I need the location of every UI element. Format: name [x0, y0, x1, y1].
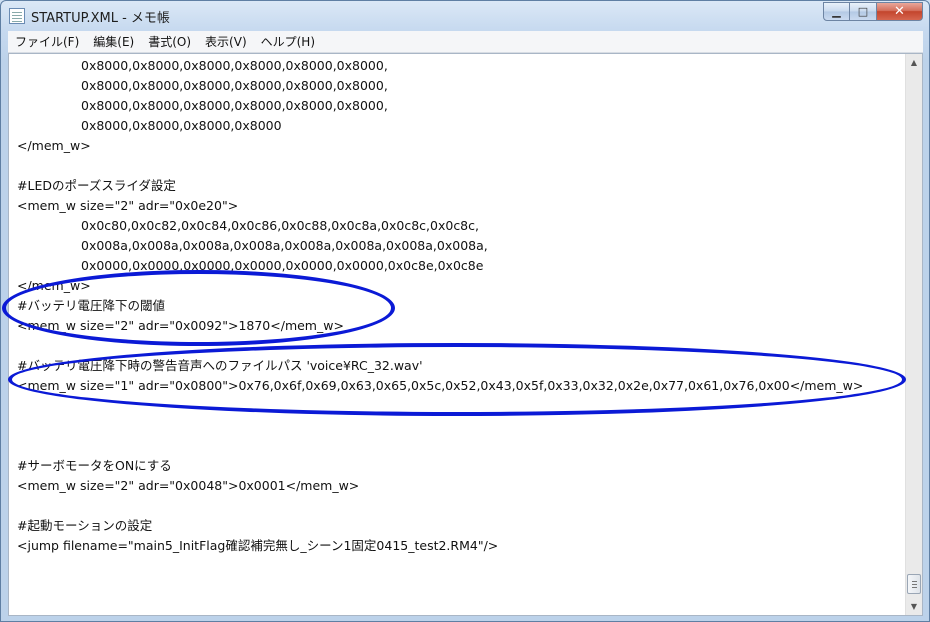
text-line: </mem_w>	[17, 138, 91, 153]
maximize-button[interactable]: □	[850, 2, 877, 21]
text-line	[17, 416, 906, 436]
title-bar[interactable]: STARTUP.XML - メモ帳 ▁ □ ✕	[1, 1, 929, 31]
text-line: <jump filename="main5_InitFlag確認補完無し_シーン…	[17, 538, 499, 553]
text-line	[17, 156, 906, 176]
scroll-up-button[interactable]: ▲	[906, 54, 922, 71]
text-line: <mem_w size="2" adr="0x0048">0x0001</mem…	[17, 478, 360, 493]
close-button[interactable]: ✕	[877, 2, 923, 21]
menu-format[interactable]: 書式(O)	[141, 32, 198, 52]
text-line	[17, 396, 906, 416]
text-editor[interactable]: 0x8000,0x8000,0x8000,0x8000,0x8000,0x800…	[8, 53, 923, 616]
vertical-scrollbar[interactable]: ▲ ▼	[905, 54, 922, 615]
chevron-up-icon: ▲	[910, 58, 918, 67]
text-line: #起動モーションの設定	[17, 518, 153, 533]
text-line: 0x8000,0x8000,0x8000,0x8000,0x8000,0x800…	[81, 78, 388, 93]
window-controls: ▁ □ ✕	[823, 2, 923, 21]
grip-icon	[912, 581, 917, 582]
text-line: #サーボモータをONにする	[17, 458, 172, 473]
menu-help[interactable]: ヘルプ(H)	[254, 32, 322, 52]
text-line: 0x8000,0x8000,0x8000,0x8000	[81, 118, 282, 133]
window-title: STARTUP.XML - メモ帳	[31, 10, 170, 26]
minimize-icon: ▁	[832, 5, 841, 18]
text-line: <mem_w size="2" adr="0x0092">1870</mem_w…	[17, 318, 344, 333]
text-line: 0x8000,0x8000,0x8000,0x8000,0x8000,0x800…	[81, 58, 388, 73]
menu-view[interactable]: 表示(V)	[198, 32, 254, 52]
menu-bar: ファイル(F) 編集(E) 書式(O) 表示(V) ヘルプ(H)	[8, 31, 923, 53]
text-line: <mem_w size="2" adr="0x0e20">	[17, 198, 239, 213]
text-line: #バッテリ電圧降下の閾値	[17, 298, 165, 313]
text-line: <mem_w size="1" adr="0x0800">0x76,0x6f,0…	[17, 378, 864, 393]
text-line: #バッテリ電圧降下時の警告音声へのファイルパス 'voice¥RC_32.wav…	[17, 358, 423, 373]
scroll-down-button[interactable]: ▼	[906, 598, 922, 615]
text-line	[17, 336, 906, 356]
chevron-down-icon: ▼	[910, 602, 918, 611]
menu-file[interactable]: ファイル(F)	[8, 32, 86, 52]
minimize-button[interactable]: ▁	[823, 2, 850, 21]
notepad-window: STARTUP.XML - メモ帳 ▁ □ ✕ ファイル(F) 編集(E) 書式…	[0, 0, 930, 622]
text-line: 0x0c80,0x0c82,0x0c84,0x0c86,0x0c88,0x0c8…	[81, 218, 479, 233]
text-line: 0x008a,0x008a,0x008a,0x008a,0x008a,0x008…	[81, 238, 488, 253]
text-line: </mem_w>	[17, 278, 91, 293]
text-area[interactable]: 0x8000,0x8000,0x8000,0x8000,0x8000,0x800…	[9, 54, 906, 615]
text-line: #LEDのポーズスライダ設定	[17, 178, 176, 193]
maximize-icon: □	[857, 5, 869, 18]
notepad-icon	[9, 8, 25, 24]
text-line	[17, 496, 906, 516]
text-line	[17, 436, 906, 456]
close-icon: ✕	[894, 4, 905, 19]
text-line: 0x8000,0x8000,0x8000,0x8000,0x8000,0x800…	[81, 98, 388, 113]
scroll-thumb[interactable]	[907, 574, 921, 594]
text-line: 0x0000,0x0000,0x0000,0x0000,0x0000,0x000…	[81, 258, 484, 273]
menu-edit[interactable]: 編集(E)	[86, 32, 141, 52]
